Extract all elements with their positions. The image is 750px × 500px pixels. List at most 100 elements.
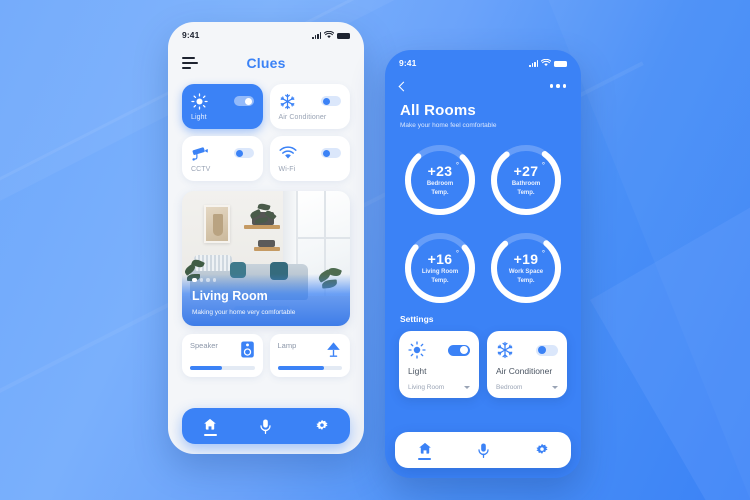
temp-degree-symbol: °	[455, 160, 460, 170]
signal-bars-icon	[312, 32, 321, 39]
temp-ring: +19 ° Work Space Temp.	[488, 230, 564, 306]
wifi-icon	[278, 146, 297, 159]
settings-card-name: Air Conditioner	[496, 366, 553, 376]
temp-cell-bathroom[interactable]: +27 ° Bathroom Temp.	[485, 138, 567, 222]
settings-card-air-conditioner[interactable]: Air Conditioner Bedroom	[487, 331, 567, 398]
settings-card-top	[496, 340, 558, 360]
settings-card-name: Light	[408, 366, 427, 376]
page-title: All Rooms	[400, 102, 476, 119]
temp-label-line1: Bedroom	[426, 180, 454, 187]
toggle-knob	[323, 149, 330, 157]
settings-toggle-light[interactable]	[448, 344, 470, 356]
toggle-knob	[538, 346, 546, 354]
temp-degree-symbol: °	[541, 248, 546, 258]
toggle-knob	[244, 97, 252, 105]
room-photo-card[interactable]: Living Room Making your home very comfor…	[182, 191, 350, 326]
carousel-dot[interactable]	[199, 278, 203, 282]
status-icons	[529, 59, 567, 67]
slider-track-speaker[interactable]	[190, 365, 255, 370]
temp-degree-symbol: °	[541, 160, 546, 170]
left-header: Clues	[168, 44, 364, 74]
temp-label-line1: Bathroom	[511, 180, 541, 187]
device-label: Light	[191, 114, 207, 121]
device-card-top	[191, 92, 254, 110]
temp-value: +23	[427, 162, 453, 179]
nav-item-settings[interactable]	[535, 443, 549, 457]
device-toggle-wifi[interactable]	[321, 148, 341, 158]
temp-ring: +27 ° Bathroom Temp.	[488, 142, 564, 218]
microphone-icon	[260, 418, 272, 434]
nav-item-voice[interactable]	[477, 442, 490, 458]
settings-card-top	[408, 340, 470, 360]
snowflake-icon	[280, 93, 294, 109]
status-time: 9:41	[399, 58, 417, 68]
status-icons	[312, 31, 350, 39]
more-horizontal-icon[interactable]	[549, 84, 566, 88]
slider-track-lamp[interactable]	[277, 365, 342, 370]
temp-ring-text: +16 ° Living Room Temp.	[402, 230, 478, 306]
lamp-icon	[327, 342, 340, 357]
device-card-cctv[interactable]: CCTV	[182, 136, 263, 181]
cctv-camera-icon	[192, 146, 208, 161]
slider-card-speaker[interactable]: Speaker	[182, 334, 263, 377]
gear-icon	[535, 443, 548, 454]
temp-ring: +16 ° Living Room Temp.	[402, 230, 478, 306]
home-icon	[418, 442, 431, 454]
temp-value-wrap: +16 °	[428, 249, 459, 267]
temp-cell-bedroom[interactable]: +23 ° Bedroom Temp.	[399, 138, 481, 222]
chevron-down-icon	[552, 386, 558, 389]
device-toggle-air-conditioner[interactable]	[321, 96, 341, 106]
photo-wall-art	[204, 205, 230, 243]
signal-bars-icon	[529, 60, 538, 67]
page-title: Clues	[246, 55, 286, 71]
device-toggle-light[interactable]	[233, 96, 254, 106]
nav-item-home[interactable]	[418, 441, 432, 460]
slider-card-top: Speaker	[190, 341, 255, 358]
temp-value-wrap: +23 °	[427, 161, 459, 179]
carousel-dots[interactable]	[192, 277, 216, 282]
device-toggle-cctv[interactable]	[233, 148, 254, 158]
temp-ring: +23 ° Bedroom Temp.	[402, 142, 478, 218]
slider-label: Speaker	[190, 341, 218, 350]
room-title: Living Room	[192, 289, 268, 303]
nav-item-voice[interactable]	[259, 418, 272, 434]
status-time: 9:41	[182, 30, 200, 40]
settings-toggle-air-conditioner[interactable]	[536, 344, 558, 356]
temp-label-line1: Work Space	[508, 268, 544, 275]
settings-card-light[interactable]: Light Living Room	[399, 331, 479, 398]
status-bar: 9:41	[385, 50, 581, 72]
device-card-top	[279, 92, 341, 110]
slider-label: Lamp	[277, 341, 297, 350]
gear-icon	[316, 419, 328, 430]
slider-card-lamp[interactable]: Lamp	[269, 334, 350, 377]
temp-cell-work-space[interactable]: +19 ° Work Space Temp.	[485, 226, 567, 310]
settings-room-dropdown-air-conditioner[interactable]: Bedroom	[496, 384, 558, 391]
nav-item-settings[interactable]	[315, 419, 329, 433]
temp-label-line2: Temp.	[431, 190, 449, 196]
right-header	[385, 72, 581, 94]
speaker-icon	[240, 341, 254, 358]
toggle-knob	[235, 149, 243, 157]
temp-cell-living-room[interactable]: +16 ° Living Room Temp.	[399, 226, 481, 310]
temp-value: +27	[513, 162, 539, 179]
page-subtitle: Make your home feel comfortable	[400, 122, 497, 129]
carousel-dot[interactable]	[212, 278, 216, 282]
background-wallpaper	[0, 0, 750, 500]
chevron-left-icon[interactable]	[398, 81, 409, 91]
toggle-knob	[460, 346, 468, 354]
device-card-top	[191, 144, 254, 162]
carousel-dot[interactable]	[206, 278, 210, 282]
status-bar: 9:41	[168, 22, 364, 44]
device-card-light[interactable]: Light	[182, 84, 263, 129]
settings-room-dropdown-light[interactable]: Living Room	[408, 384, 470, 391]
slider-fill	[277, 365, 324, 370]
nav-item-home[interactable]	[203, 417, 217, 436]
battery-full-icon	[554, 60, 567, 67]
bottom-nav-right	[395, 432, 571, 468]
device-card-wifi[interactable]: Wi-Fi	[269, 136, 350, 181]
temp-label-line2: Temp.	[517, 190, 535, 196]
wifi-icon	[324, 31, 334, 39]
device-card-air-conditioner[interactable]: Air Conditioner	[269, 84, 350, 129]
carousel-dot-active[interactable]	[192, 277, 197, 282]
photo-decor-object	[258, 240, 275, 247]
